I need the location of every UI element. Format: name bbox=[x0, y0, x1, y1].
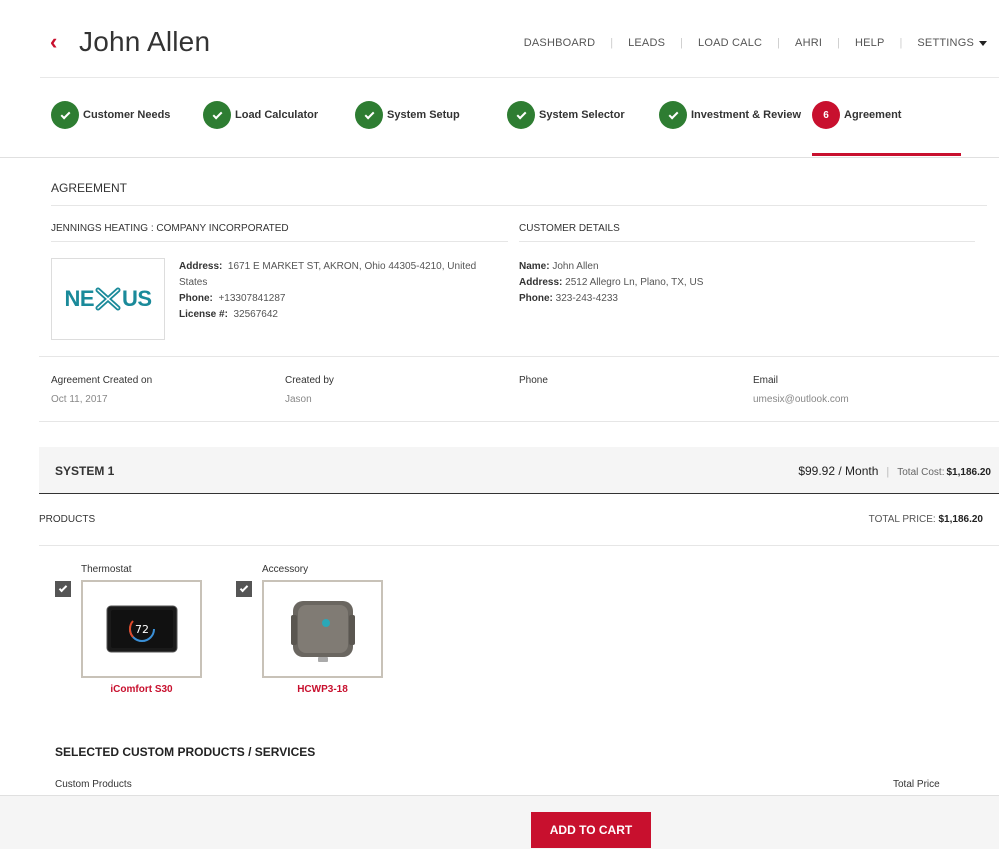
phone-label: Phone: bbox=[519, 293, 553, 304]
check-circle-icon bbox=[507, 101, 535, 129]
address-label: Address: bbox=[519, 277, 563, 288]
product-checkbox[interactable] bbox=[236, 581, 252, 597]
customer-heading: CUSTOMER DETAILS bbox=[519, 223, 620, 234]
created-by-value: Jason bbox=[285, 394, 312, 405]
price-separator: | bbox=[886, 466, 890, 478]
product-name-link[interactable]: HCWP3-18 bbox=[262, 684, 383, 695]
nav-ahri[interactable]: AHRI bbox=[795, 37, 822, 49]
divider bbox=[39, 356, 999, 357]
customer-details: Name: John Allen Address: 2512 Allegro L… bbox=[519, 259, 819, 307]
step-label: System Selector bbox=[539, 109, 625, 121]
customer-phone: 323-243-4233 bbox=[555, 293, 618, 304]
back-chevron-icon[interactable]: ‹ bbox=[50, 31, 57, 53]
total-price-value: $1,186.20 bbox=[938, 514, 984, 525]
footer-bar: ADD TO CART bbox=[0, 795, 999, 849]
check-circle-icon bbox=[203, 101, 231, 129]
phone-label: Phone bbox=[519, 375, 548, 386]
company-logo: NE US bbox=[51, 258, 165, 340]
check-circle-icon bbox=[355, 101, 383, 129]
thermostat-icon: 72 bbox=[106, 605, 177, 653]
humidifier-icon bbox=[290, 601, 355, 662]
system-price: $99.92 / Month | Total Cost: $1,186.20 bbox=[798, 464, 991, 478]
custom-products-heading: SELECTED CUSTOM PRODUCTS / SERVICES bbox=[55, 745, 316, 759]
check-circle-icon bbox=[659, 101, 687, 129]
divider bbox=[51, 205, 987, 206]
divider bbox=[39, 421, 999, 422]
step-label: System Setup bbox=[387, 109, 460, 121]
nav-separator: | bbox=[610, 37, 614, 49]
page-title: John Allen bbox=[79, 26, 211, 57]
custom-products-column: Custom Products bbox=[55, 779, 132, 790]
company-details: Address: 1671 E MARKET ST, AKRON, Ohio 4… bbox=[179, 259, 499, 323]
divider bbox=[519, 241, 975, 242]
agreement-heading: AGREEMENT bbox=[51, 181, 128, 195]
nav-settings[interactable]: SETTINGS bbox=[917, 37, 987, 49]
caret-down-icon bbox=[979, 40, 987, 46]
nav-settings-label: SETTINGS bbox=[917, 37, 974, 49]
nav-load-calc[interactable]: LOAD CALC bbox=[698, 37, 762, 49]
customer-address: 2512 Allegro Ln, Plano, TX, US bbox=[565, 277, 704, 288]
step-number-badge: 6 bbox=[812, 101, 840, 129]
products-label: PRODUCTS bbox=[39, 514, 96, 525]
thermostat-temp: 72 bbox=[135, 623, 149, 636]
divider bbox=[51, 241, 508, 242]
step-agreement[interactable]: 6 Agreement bbox=[812, 101, 901, 129]
company-phone: +13307841287 bbox=[218, 293, 286, 304]
logo-text-right: US bbox=[122, 286, 152, 311]
page-header: ‹ John Allen DASHBOARD | LEADS | LOAD CA… bbox=[40, 0, 999, 78]
logo-text-left: NE bbox=[64, 286, 94, 311]
total-price-column: Total Price bbox=[893, 779, 940, 790]
system-title: SYSTEM 1 bbox=[55, 464, 115, 478]
company-heading: JENNINGS HEATING : COMPANY INCORPORATED bbox=[51, 223, 289, 234]
nav-leads[interactable]: LEADS bbox=[628, 37, 665, 49]
step-customer-needs[interactable]: Customer Needs bbox=[51, 101, 170, 129]
nav-separator: | bbox=[899, 37, 903, 49]
total-cost-label: Total Cost: bbox=[897, 467, 945, 478]
phone-label: Phone: bbox=[179, 293, 213, 304]
email-value: umesix@outlook.com bbox=[753, 394, 849, 405]
monthly-price: $99.92 / Month bbox=[798, 464, 879, 478]
divider bbox=[39, 545, 999, 546]
product-image-accessory[interactable] bbox=[262, 580, 383, 678]
step-system-selector[interactable]: System Selector bbox=[507, 101, 625, 129]
product-name-link[interactable]: iComfort S30 bbox=[81, 684, 202, 695]
product-image-thermostat[interactable]: 72 bbox=[81, 580, 202, 678]
step-label: Customer Needs bbox=[83, 109, 171, 121]
product-category: Accessory bbox=[262, 564, 309, 575]
progress-steps: Customer Needs Load Calculator System Se… bbox=[0, 78, 999, 158]
check-circle-icon bbox=[51, 101, 79, 129]
email-label: Email bbox=[753, 375, 779, 386]
step-label: Load Calculator bbox=[235, 109, 319, 121]
step-label: Investment & Review bbox=[691, 109, 802, 121]
step-label: Agreement bbox=[844, 109, 902, 121]
total-price-label: TOTAL PRICE: bbox=[868, 514, 936, 525]
nav-dashboard[interactable]: DASHBOARD bbox=[524, 37, 595, 49]
total-cost-value: $1,186.20 bbox=[946, 467, 992, 478]
step-investment-review[interactable]: Investment & Review bbox=[659, 101, 801, 129]
nav-separator: | bbox=[680, 37, 684, 49]
product-category: Thermostat bbox=[81, 564, 132, 575]
company-address: 1671 E MARKET ST, AKRON, Ohio 44305-4210… bbox=[179, 261, 477, 288]
product-checkbox[interactable] bbox=[55, 581, 71, 597]
created-on-label: Agreement Created on bbox=[51, 375, 153, 386]
created-by-label: Created by bbox=[285, 375, 334, 386]
top-nav: DASHBOARD | LEADS | LOAD CALC | AHRI | H… bbox=[524, 37, 987, 49]
company-license: 32567642 bbox=[233, 309, 278, 320]
active-step-indicator bbox=[812, 153, 961, 156]
system-bar: SYSTEM 1 $99.92 / Month | Total Cost: $1… bbox=[39, 447, 999, 494]
step-system-setup[interactable]: System Setup bbox=[355, 101, 460, 129]
add-to-cart-button[interactable]: ADD TO CART bbox=[531, 812, 651, 848]
step-load-calculator[interactable]: Load Calculator bbox=[203, 101, 318, 129]
customer-name: John Allen bbox=[552, 261, 599, 272]
address-label: Address: bbox=[179, 261, 223, 272]
logo-x-icon bbox=[95, 287, 121, 311]
nav-separator: | bbox=[777, 37, 781, 49]
nav-separator: | bbox=[837, 37, 840, 49]
license-label: License #: bbox=[179, 309, 228, 320]
total-price: TOTAL PRICE: $1,186.20 bbox=[869, 514, 983, 525]
created-on-value: Oct 11, 2017 bbox=[51, 394, 108, 405]
nav-help[interactable]: HELP bbox=[855, 37, 885, 49]
name-label: Name: bbox=[519, 261, 550, 272]
